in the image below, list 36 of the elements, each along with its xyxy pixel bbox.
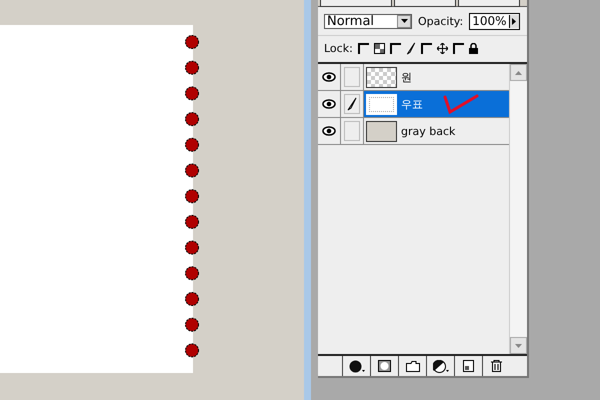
up-arrow-icon [515,70,522,74]
layer-thumbnail [366,66,397,88]
half-circle-icon [432,360,448,372]
folder-icon [406,360,420,372]
layer-name: 원 [401,70,412,84]
link-box[interactable] [344,94,360,114]
circle-icon [348,360,364,372]
layer-thumbnail [366,94,397,114]
down-arrow-icon [515,344,522,348]
lock-checkbox[interactable] [420,42,432,54]
opacity-label: Opacity: [418,14,464,28]
layer-name: gray back [401,124,456,138]
brush-icon [347,97,357,111]
lock-label: Lock: [324,42,353,54]
lock-checkbox[interactable] [358,42,369,54]
new-layer-icon [463,360,474,372]
lock-icon [468,42,478,54]
layer-row[interactable]: gray back [318,118,509,145]
checker-icon [374,42,385,54]
trash-icon [491,360,502,372]
move-icon [436,42,448,54]
brush-icon [406,42,416,54]
caret-icon [400,19,408,23]
eye-icon[interactable] [322,126,336,136]
opacity-field[interactable]: 100% [469,12,520,30]
check-mark-drawing [443,93,479,115]
lock-checkbox[interactable] [452,42,464,54]
arrow-icon [512,18,516,24]
eye-icon[interactable] [322,72,336,82]
eye-icon[interactable] [322,99,336,109]
layer-name: 우표 [401,96,423,112]
lock-checkbox[interactable] [390,42,401,54]
mask-icon [378,360,391,372]
blend-mode-dropdown[interactable]: Normal [324,14,412,28]
scrollbar[interactable] [509,64,527,354]
layer-thumbnail [366,120,397,142]
